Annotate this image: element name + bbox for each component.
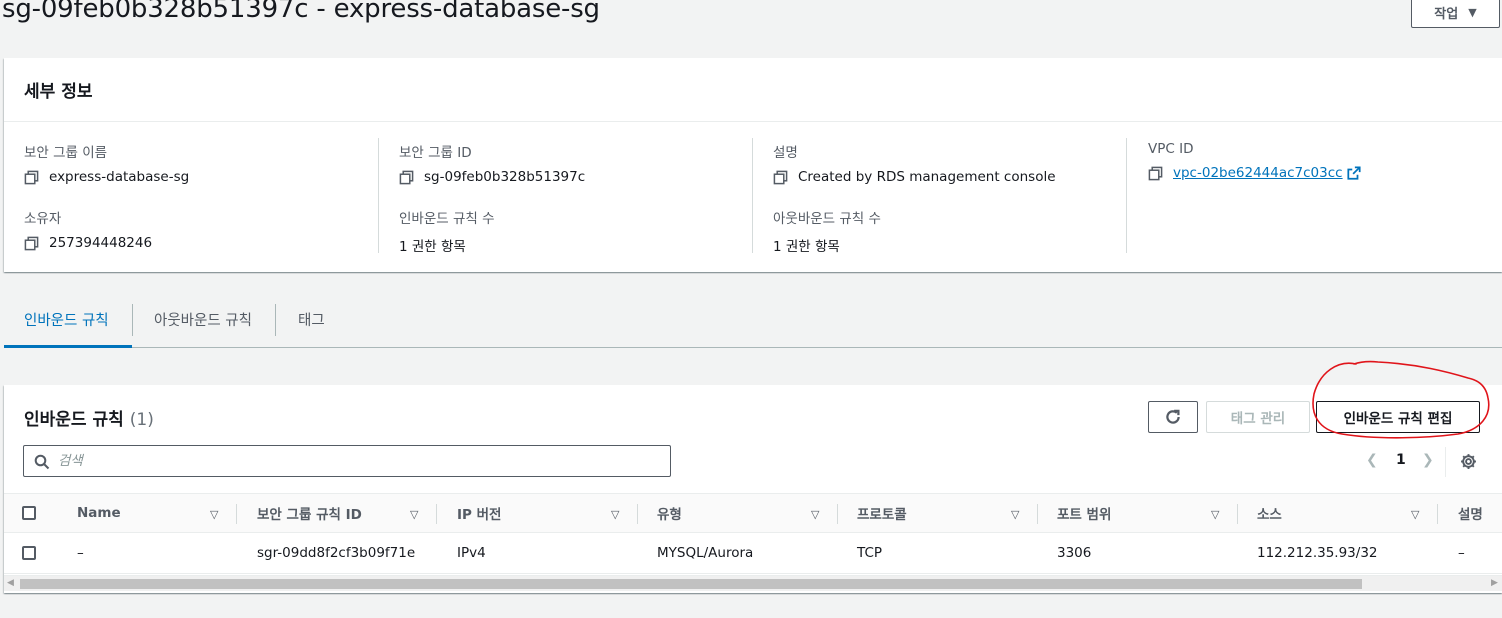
column-header-protocol[interactable]: 프로토콜 xyxy=(857,494,907,532)
owner-label: 소유자 xyxy=(24,211,62,227)
column-header-name[interactable]: Name xyxy=(77,494,121,532)
pager-divider xyxy=(1445,447,1446,477)
column-resizer[interactable] xyxy=(1437,504,1438,524)
rules-heading: 인바운드 규칙 (1) xyxy=(24,405,154,430)
cell-source: 112.212.35.93/32 xyxy=(1257,545,1378,561)
cell-port-range: 3306 xyxy=(1057,545,1092,561)
outbound-count-label: 아웃바운드 규칙 수 xyxy=(773,211,881,227)
sg-name-label: 보안 그룹 이름 xyxy=(24,145,108,161)
copy-icon[interactable] xyxy=(773,170,788,185)
table-header: Name ▽ 보안 그룹 규칙 ID ▽ IP 버전 ▽ 유형 ▽ 프로토콜 ▽… xyxy=(4,493,1502,533)
edit-inbound-rules-button[interactable]: 인바운드 규칙 편집 xyxy=(1316,401,1480,433)
column-resizer[interactable] xyxy=(637,504,638,524)
actions-label: 작업 xyxy=(1434,6,1459,22)
manage-tags-button[interactable]: 태그 관리 xyxy=(1206,401,1310,433)
cell-rule-id: sgr-09dd8f2cf3b09f71e xyxy=(257,545,416,561)
copy-icon[interactable] xyxy=(24,170,39,185)
sort-down-icon[interactable]: ▽ xyxy=(410,508,418,521)
column-resizer[interactable] xyxy=(236,504,237,524)
caret-down-icon: ▼ xyxy=(1468,5,1477,19)
tab-tags[interactable]: 태그 xyxy=(298,292,325,347)
outbound-count-field: 아웃바운드 규칙 수 1 권한 항목 xyxy=(773,207,881,255)
vpc-id-label: VPC ID xyxy=(1148,141,1194,157)
vpc-id-field: VPC ID vpc-02be62444ac7c03cc xyxy=(1148,141,1361,181)
cell-name: – xyxy=(77,545,84,561)
owner-value: 257394448246 xyxy=(49,235,153,251)
owner-field: 소유자 257394448246 xyxy=(24,207,152,251)
table-row[interactable]: – sgr-09dd8f2cf3b09f71e IPv4 MYSQL/Auror… xyxy=(4,533,1502,574)
tab-divider xyxy=(275,304,276,336)
cell-type: MYSQL/Aurora xyxy=(657,545,754,561)
column-header-source[interactable]: 소스 xyxy=(1257,494,1282,532)
gear-icon[interactable] xyxy=(1460,453,1477,470)
scroll-right-icon[interactable]: ▶ xyxy=(1491,578,1498,588)
column-header-description[interactable]: 설명 xyxy=(1458,494,1483,532)
scroll-left-icon[interactable]: ◀ xyxy=(7,578,14,588)
sg-name-field: 보안 그룹 이름 express-database-sg xyxy=(24,141,189,185)
scrollbar-thumb[interactable] xyxy=(20,579,1362,589)
column-header-rule-id[interactable]: 보안 그룹 규칙 ID xyxy=(257,494,362,532)
page-number[interactable]: 1 xyxy=(1396,452,1406,468)
column-divider xyxy=(752,138,753,253)
inbound-rules-panel: 인바운드 규칙(1) 태그 관리 인바운드 규칙 편집 ❮ 1 ❯ Name ▽… xyxy=(4,385,1502,593)
inbound-rules-table: Name ▽ 보안 그룹 규칙 ID ▽ IP 버전 ▽ 유형 ▽ 프로토콜 ▽… xyxy=(4,493,1502,574)
inbound-count-label: 인바운드 규칙 수 xyxy=(399,211,495,227)
column-header-port-range[interactable]: 포트 범위 xyxy=(1057,494,1111,532)
description-field: 설명 Created by RDS management console xyxy=(773,141,1056,185)
column-resizer[interactable] xyxy=(1037,504,1038,524)
column-resizer[interactable] xyxy=(1237,504,1238,524)
chevron-left-icon[interactable]: ❮ xyxy=(1366,452,1378,468)
outbound-count-value: 1 권한 항목 xyxy=(773,239,840,255)
column-header-type[interactable]: 유형 xyxy=(657,494,682,532)
copy-icon[interactable] xyxy=(24,236,39,251)
details-panel: 세부 정보 보안 그룹 이름 express-database-sg 보안 그룹… xyxy=(4,58,1502,272)
column-resizer[interactable] xyxy=(837,504,838,524)
sort-down-icon[interactable]: ▽ xyxy=(611,508,619,521)
column-divider xyxy=(378,138,379,253)
rules-count: (1) xyxy=(129,410,154,430)
row-checkbox[interactable] xyxy=(22,546,36,560)
external-link-icon[interactable] xyxy=(1347,166,1361,180)
inbound-count-value: 1 권한 항목 xyxy=(399,239,466,255)
refresh-icon xyxy=(1166,409,1180,424)
active-tab-indicator xyxy=(4,345,132,348)
copy-icon[interactable] xyxy=(399,170,414,185)
sg-id-label: 보안 그룹 ID xyxy=(399,145,472,161)
sg-name-value: express-database-sg xyxy=(49,169,190,185)
details-heading: 세부 정보 xyxy=(4,58,1502,122)
cell-protocol: TCP xyxy=(857,545,883,561)
search-icon xyxy=(34,454,50,470)
horizontal-scrollbar[interactable]: ◀ ▶ xyxy=(4,575,1502,591)
description-label: 설명 xyxy=(773,145,798,161)
vpc-id-link[interactable]: vpc-02be62444ac7c03cc xyxy=(1173,165,1343,181)
rules-title: 인바운드 규칙 xyxy=(24,410,124,430)
column-divider xyxy=(1126,138,1127,253)
sg-id-value: sg-09feb0b328b51397c xyxy=(424,169,586,185)
description-value: Created by RDS management console xyxy=(798,169,1056,185)
rules-tabs: 인바운드 규칙 아웃바운드 규칙 태그 xyxy=(4,292,1502,348)
search-input[interactable] xyxy=(58,453,670,469)
column-resizer[interactable] xyxy=(436,504,437,524)
sort-down-icon[interactable]: ▽ xyxy=(1411,508,1419,521)
refresh-button[interactable] xyxy=(1148,401,1198,433)
sort-down-icon[interactable]: ▽ xyxy=(1011,508,1019,521)
cell-ip-version: IPv4 xyxy=(457,545,486,561)
cell-description: – xyxy=(1458,545,1465,561)
copy-icon[interactable] xyxy=(1148,166,1163,181)
inbound-count-field: 인바운드 규칙 수 1 권한 항목 xyxy=(399,207,495,255)
actions-dropdown-button[interactable]: 작업 ▼ xyxy=(1411,0,1500,28)
page-title: sg-09feb0b328b51397c - express-database-… xyxy=(2,0,600,24)
chevron-right-icon[interactable]: ❯ xyxy=(1422,452,1434,468)
sort-down-icon[interactable]: ▽ xyxy=(1211,508,1219,521)
search-field[interactable] xyxy=(23,445,671,477)
sg-id-field: 보안 그룹 ID sg-09feb0b328b51397c xyxy=(399,141,585,185)
tab-inbound-rules[interactable]: 인바운드 규칙 xyxy=(24,292,109,347)
tab-outbound-rules[interactable]: 아웃바운드 규칙 xyxy=(154,292,252,347)
sort-down-icon[interactable]: ▽ xyxy=(210,508,218,521)
column-header-ip-version[interactable]: IP 버전 xyxy=(457,494,501,532)
sort-down-icon[interactable]: ▽ xyxy=(811,508,819,521)
tab-divider xyxy=(132,304,133,336)
select-all-checkbox[interactable] xyxy=(22,506,36,520)
